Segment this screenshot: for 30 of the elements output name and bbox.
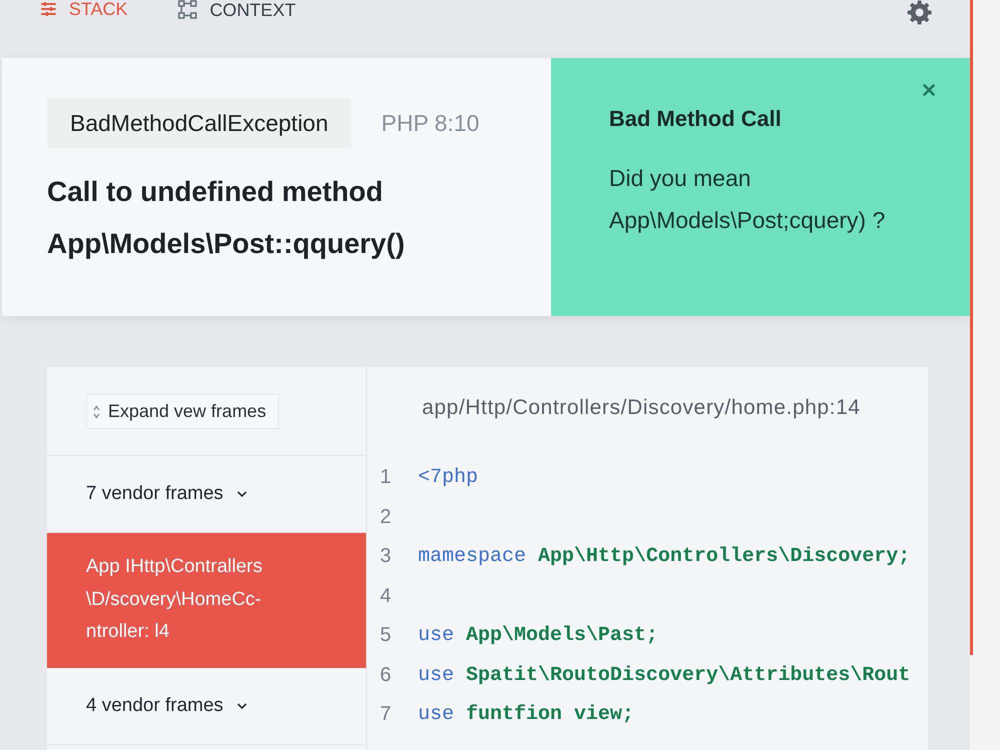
exception-name: BadMethodCallException xyxy=(47,98,352,148)
code-line: <7php xyxy=(418,466,478,490)
close-button[interactable] xyxy=(923,84,935,96)
line-number: 7 xyxy=(379,703,392,726)
expand-button[interactable]: Expand vew frames xyxy=(86,394,280,429)
settings-icon[interactable] xyxy=(907,0,932,25)
vendor-frames-toggle[interactable]: 4 vendor frames xyxy=(47,668,366,744)
php-version: PHP 8:10 xyxy=(381,110,480,136)
code-line: use App\Models\Past; xyxy=(418,624,658,648)
solution-text: Did you mean App\Models\Post;cquery) ? xyxy=(609,164,886,235)
line-number: 2 xyxy=(379,506,392,529)
code-line: mamespace App\Http\Controllers\Discovery; xyxy=(418,545,910,568)
chevron-down-icon xyxy=(237,702,248,708)
line-number: 5 xyxy=(379,624,392,648)
code-line: use funtfion view; xyxy=(418,703,634,726)
code-line: use Spatit\RoutoDiscovery\Attributes\Rout xyxy=(418,664,910,687)
nav-tab[interactable]: CONTEXT xyxy=(178,0,296,19)
unfold-icon xyxy=(93,404,100,418)
close-icon xyxy=(923,84,935,96)
stack-frame[interactable]: App IHttp\Contrallers \D/scovery\HomeCc- ntroller: l4 xyxy=(47,533,366,668)
solution-title: Bad Method Call xyxy=(609,105,782,133)
line-number: 4 xyxy=(379,584,392,608)
nodes-icon xyxy=(178,0,197,19)
line-number: 1 xyxy=(379,466,392,490)
line-number: 3 xyxy=(379,545,392,568)
line-number: 6 xyxy=(379,664,392,687)
chevron-down-icon xyxy=(237,491,248,497)
list-icon xyxy=(41,2,56,16)
file-path: app/Http/Controllers/Discovery/home.php:14 xyxy=(421,395,862,421)
error-message: Call to undefined method App\Models\Post::qquery() xyxy=(47,175,406,261)
